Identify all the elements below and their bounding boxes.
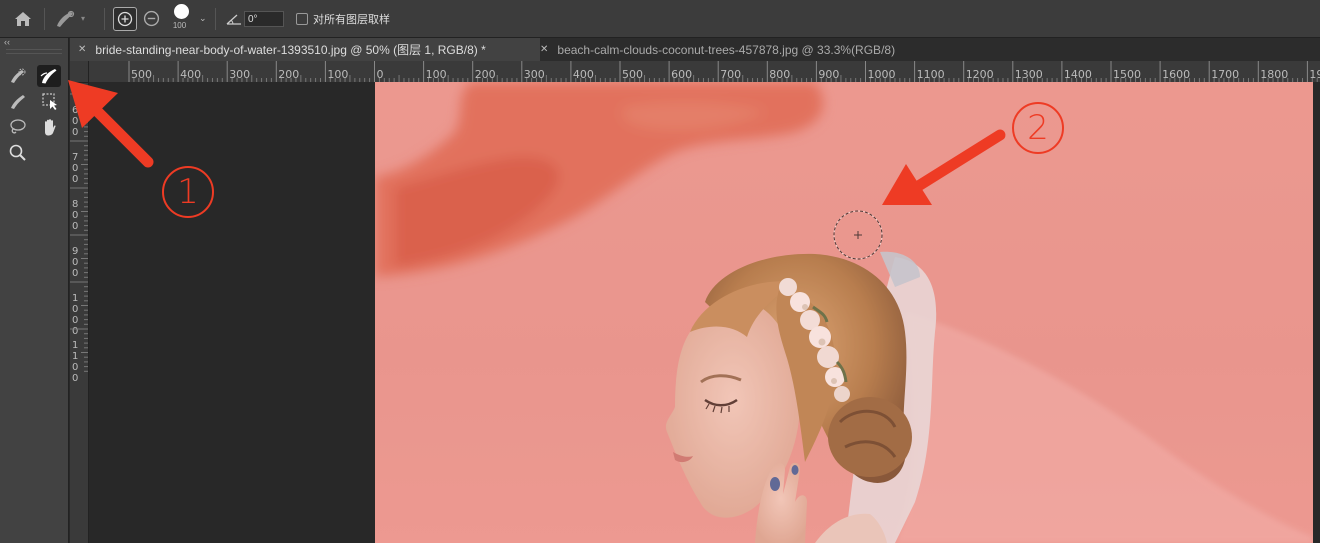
quick-selection-icon	[11, 68, 26, 83]
vruler-label-char: 0	[72, 163, 78, 174]
brush-options-chevron[interactable]: ⌄	[199, 0, 207, 37]
refine-edge-brush-tool[interactable]	[37, 65, 61, 87]
zoom-icon	[9, 144, 26, 161]
vruler-label-char: 7	[72, 152, 78, 163]
vruler-label-char: 9	[72, 246, 78, 257]
angle-input[interactable]: 0°	[244, 10, 284, 27]
quick-selection-tool[interactable]	[6, 65, 30, 87]
collapse-panel-button[interactable]: ‹‹	[4, 37, 10, 47]
marker-number-1: 1	[177, 172, 199, 212]
brush-size-value: 100	[172, 20, 187, 30]
brush-tool[interactable]	[6, 90, 30, 112]
ruler-label: 900	[818, 68, 839, 81]
close-icon[interactable]: ✕	[540, 44, 548, 55]
hand-icon	[45, 119, 56, 136]
ruler-label: 0	[377, 68, 384, 81]
lasso-tool[interactable]	[6, 116, 30, 138]
ruler-label: 19	[1309, 68, 1320, 81]
angle-icon	[226, 14, 241, 25]
ruler-label: 100	[426, 68, 447, 81]
canvas-edge	[1313, 82, 1320, 543]
ruler-label: 1200	[966, 68, 994, 81]
vruler-label-char: 1	[72, 293, 78, 304]
chevron-down-icon: ▾	[81, 14, 86, 23]
vruler-label-char: 0	[72, 373, 78, 384]
add-to-selection-button[interactable]	[113, 0, 137, 37]
ruler-label: 1100	[917, 68, 945, 81]
tool-preset-picker[interactable]: ▾	[54, 0, 85, 37]
ruler-label: 800	[769, 68, 790, 81]
marker-number-2: 2	[1027, 108, 1049, 148]
vruler-label-char: 0	[72, 362, 78, 373]
subtract-from-selection-button[interactable]	[143, 0, 160, 37]
home-button[interactable]	[14, 0, 32, 37]
tab-label: beach-calm-clouds-coconut-trees-457878.j…	[557, 42, 896, 57]
ruler-label: 700	[720, 68, 741, 81]
sample-all-layers-label: 对所有图层取样	[313, 13, 390, 26]
ruler-label: 200	[278, 68, 299, 81]
quick-selection-brush-icon	[57, 10, 75, 27]
vruler-label-char: 0	[72, 257, 78, 268]
angle-control	[226, 0, 242, 37]
vruler-label-char: 0	[72, 326, 78, 337]
plus-circle-icon	[117, 11, 133, 26]
vruler-label-char: 6	[72, 105, 78, 116]
ruler-label: 300	[229, 68, 250, 81]
vruler-label-char: 0	[72, 116, 78, 127]
panel-grip[interactable]	[6, 49, 62, 54]
vruler-label-char: 0	[72, 127, 78, 138]
tools-panel: ‹‹	[0, 37, 69, 543]
brush-icon	[11, 95, 25, 109]
brush-dot-icon	[174, 3, 189, 19]
tab-label: bride-standing-near-body-of-water-139351…	[95, 43, 486, 57]
vruler-label-char: 0	[72, 221, 78, 232]
vruler-label-char: 0	[72, 268, 78, 279]
close-icon[interactable]: ✕	[78, 44, 86, 55]
ruler-label: 500	[131, 68, 152, 81]
object-selection-icon	[42, 93, 57, 110]
ruler-label: 1000	[868, 68, 896, 81]
tab-beach-document[interactable]: ✕ beach-calm-clouds-coconut-trees-457878…	[532, 38, 960, 61]
lasso-icon	[10, 119, 26, 134]
ruler-label: 600	[671, 68, 692, 81]
options-bar: ▾ 100 ⌄ 0° 对所有图层取样	[0, 0, 1320, 38]
sample-all-layers-option[interactable]: 对所有图层取样	[296, 0, 390, 37]
vruler-label-char: 1	[72, 340, 78, 351]
ruler-label: 200	[475, 68, 496, 81]
sample-all-layers-checkbox[interactable]	[296, 12, 308, 25]
brush-size-picker[interactable]: 100	[170, 0, 189, 35]
chevron-down-icon: ⌄	[199, 13, 207, 23]
ruler-label: 1500	[1113, 68, 1141, 81]
vruler-label-char: 0	[72, 174, 78, 185]
minus-circle-icon	[143, 10, 160, 27]
ruler-label: 400	[180, 68, 201, 81]
document-canvas[interactable]	[375, 82, 1313, 543]
ruler-label: 500	[622, 68, 643, 81]
zoom-tool[interactable]	[6, 142, 30, 164]
ruler-label: 400	[573, 68, 594, 81]
angle-input-wrap: 0°	[244, 0, 284, 37]
ruler-label: 1400	[1064, 68, 1092, 81]
ruler-label: 1600	[1162, 68, 1190, 81]
vruler-label-char: 0	[72, 210, 78, 221]
ruler-label: 100	[327, 68, 348, 81]
vruler-label-char: 0	[72, 315, 78, 326]
vruler-label-char: 0	[72, 304, 78, 315]
home-icon	[15, 11, 31, 26]
document-tabs: ✕ bride-standing-near-body-of-water-1393…	[70, 38, 1320, 61]
ruler-label: 1800	[1260, 68, 1288, 81]
ruler-origin	[70, 61, 89, 83]
ruler-label: 1700	[1211, 68, 1239, 81]
tab-bride-document[interactable]: ✕ bride-standing-near-body-of-water-1393…	[70, 38, 540, 61]
hand-tool[interactable]	[38, 116, 62, 138]
vertical-ruler: 60070080090010001100	[70, 82, 89, 543]
ruler-label: 300	[524, 68, 545, 81]
refine-edge-brush-icon	[40, 69, 57, 84]
photo-with-overlay	[375, 82, 1313, 543]
vruler-label-char: 8	[72, 199, 78, 210]
horizontal-ruler: 500 400 300 200 100 0 100 200 300 400 500 600 700 800…	[70, 61, 1320, 83]
ruler-label: 1300	[1015, 68, 1043, 81]
object-selection-tool[interactable]	[38, 90, 62, 112]
vruler-label-char: 1	[72, 351, 78, 362]
